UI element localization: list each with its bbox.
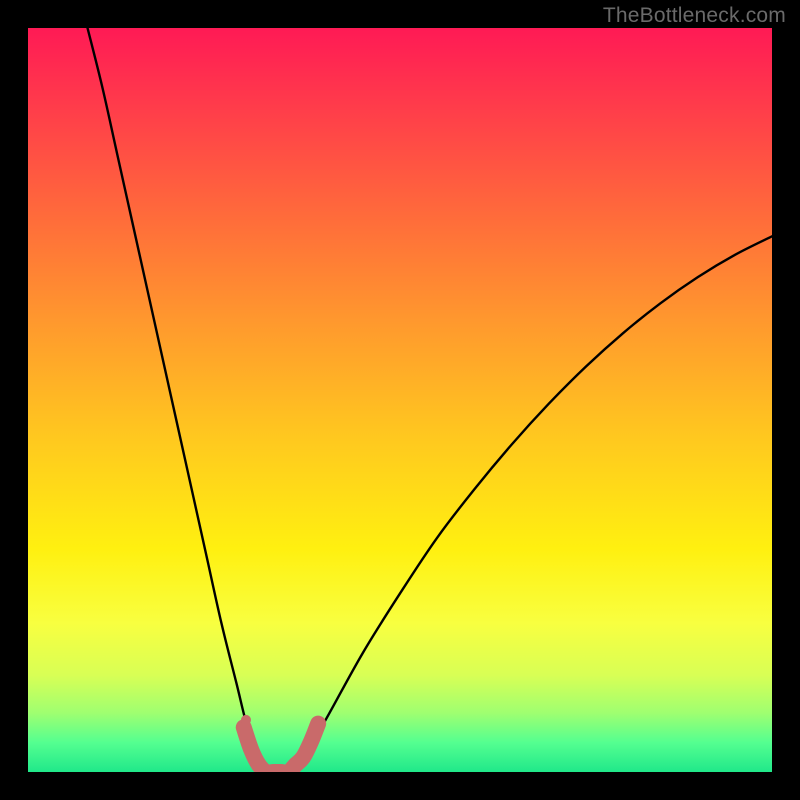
chart-frame: TheBottleneck.com: [0, 0, 800, 800]
watermark-text: TheBottleneck.com: [603, 4, 786, 28]
plot-area: [28, 28, 772, 772]
chart-svg: [28, 28, 772, 772]
v-bottom-marker-path: [241, 715, 318, 772]
v-curve-path: [88, 28, 772, 772]
